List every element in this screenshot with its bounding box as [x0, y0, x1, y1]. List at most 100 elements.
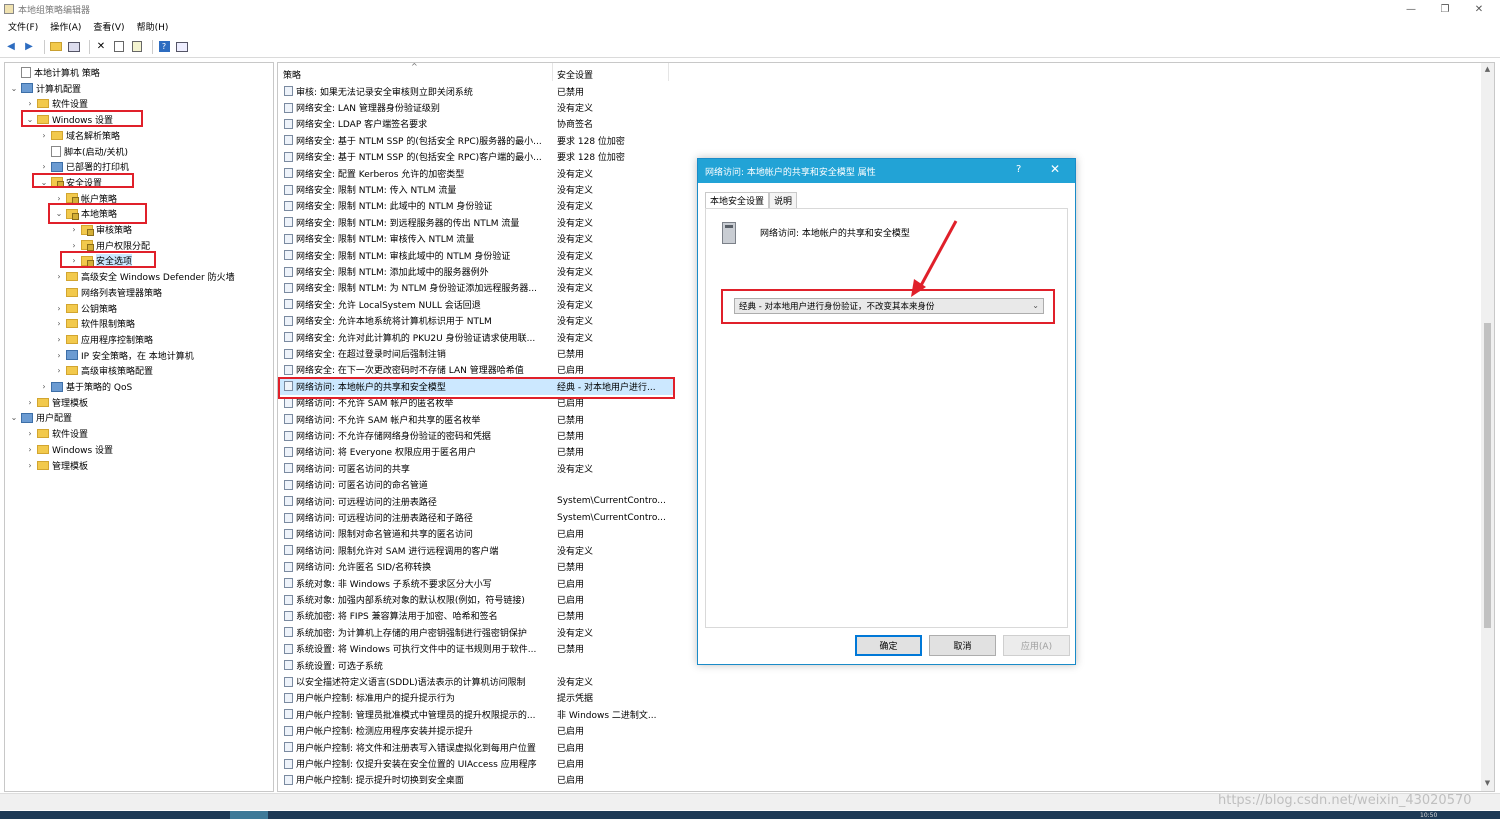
column-policy[interactable]: 策略	[283, 68, 301, 81]
console-view-icon[interactable]	[175, 40, 189, 54]
tree-item[interactable]: › 管理模板	[25, 395, 88, 410]
policy-row[interactable]: 网络安全: 限制 NTLM: 添加此域中的服务器例外 没有定义	[278, 263, 673, 279]
chevron-right-icon[interactable]: ›	[54, 272, 64, 281]
policy-row[interactable]: 网络安全: 允许 LocalSystem NULL 会话回退 没有定义	[278, 296, 673, 312]
show-hide-tree-icon[interactable]	[67, 40, 81, 54]
policy-row[interactable]: 网络安全: 限制 NTLM: 传入 NTLM 流量 没有定义	[278, 181, 673, 197]
tree-item[interactable]: › 高级安全 Windows Defender 防火墙	[54, 269, 235, 284]
policy-row[interactable]: 网络安全: 限制 NTLM: 审核此域中的 NTLM 身份验证 没有定义	[278, 247, 673, 263]
cancel-button[interactable]: 取消	[929, 635, 996, 656]
tree-item[interactable]: 脚本(启动/关机)	[39, 144, 128, 159]
chevron-right-icon[interactable]: ›	[54, 304, 64, 313]
chevron-right-icon[interactable]: ›	[39, 382, 49, 391]
policy-row[interactable]: 网络访问: 不允许 SAM 帐户和共享的匿名枚举 已禁用	[278, 411, 673, 427]
tree-item[interactable]: › 公钥策略	[54, 301, 117, 316]
policy-row[interactable]: 网络安全: 配置 Kerberos 允许的加密类型 没有定义	[278, 165, 673, 181]
column-setting[interactable]: 安全设置	[557, 68, 593, 81]
tree-item[interactable]: 本地计算机 策略	[9, 65, 100, 80]
policy-row[interactable]: 网络安全: 允许对此计算机的 PKU2U 身份验证请求使用联... 没有定义	[278, 329, 673, 345]
policy-row[interactable]: 用户帐户控制: 提示提升时切换到安全桌面 已启用	[278, 772, 673, 788]
chevron-down-icon[interactable]: ⌄	[9, 84, 19, 93]
policy-row[interactable]: 网络访问: 限制允许对 SAM 进行远程调用的客户端 没有定义	[278, 542, 673, 558]
chevron-right-icon[interactable]: ›	[69, 241, 79, 250]
policy-row[interactable]: 网络安全: 在超过登录时间后强制注销 已禁用	[278, 345, 673, 361]
policy-row[interactable]: 网络访问: 允许匿名 SID/名称转换 已禁用	[278, 559, 673, 575]
policy-row[interactable]: 网络安全: 限制 NTLM: 审核传入 NTLM 流量 没有定义	[278, 231, 673, 247]
menu-view[interactable]: 查看(V)	[93, 20, 124, 33]
policy-row[interactable]: 网络安全: 限制 NTLM: 此域中的 NTLM 身份验证 没有定义	[278, 198, 673, 214]
tree-item[interactable]: › Windows 设置	[25, 442, 113, 457]
chevron-right-icon[interactable]: ›	[25, 445, 35, 454]
policy-row[interactable]: 网络访问: 可远程访问的注册表路径 System\CurrentContro...	[278, 493, 673, 509]
chevron-right-icon[interactable]: ›	[25, 461, 35, 470]
policy-row[interactable]: 用户帐户控制: 检测应用程序安装并提示提升 已启用	[278, 723, 673, 739]
policy-row[interactable]: 以安全描述符定义语言(SDDL)语法表示的计算机访问限制 没有定义	[278, 673, 673, 689]
policy-row[interactable]: 系统设置: 可选子系统	[278, 657, 673, 673]
policy-row[interactable]: 系统对象: 非 Windows 子系统不要求区分大小写 已启用	[278, 575, 673, 591]
help-icon[interactable]: ?	[157, 40, 171, 54]
chevron-right-icon[interactable]: ›	[39, 131, 49, 140]
ok-button[interactable]: 确定	[855, 635, 922, 656]
export-list-icon[interactable]	[130, 40, 144, 54]
policy-row[interactable]: 网络访问: 将 Everyone 权限应用于匿名用户 已禁用	[278, 444, 673, 460]
policy-row[interactable]: 网络访问: 可远程访问的注册表路径和子路径 System\CurrentContr…	[278, 509, 673, 525]
tree-item[interactable]: › 域名解析策略	[39, 128, 120, 143]
menu-help[interactable]: 帮助(H)	[137, 20, 169, 33]
policy-row[interactable]: 系统加密: 为计算机上存储的用户密钥强制进行强密钥保护 没有定义	[278, 624, 673, 640]
tree-item[interactable]: › 基于策略的 QoS	[39, 379, 132, 394]
chevron-right-icon[interactable]: ›	[54, 194, 64, 203]
tree-item[interactable]: › 软件设置	[25, 426, 88, 441]
properties-icon[interactable]	[112, 40, 126, 54]
tab-explain[interactable]: 说明	[769, 192, 798, 208]
tree-item[interactable]: › 软件限制策略	[54, 316, 135, 331]
chevron-right-icon[interactable]: ›	[25, 99, 35, 108]
tree-item[interactable]: 网络列表管理器策略	[54, 285, 162, 300]
delete-icon[interactable]: ✕	[94, 40, 108, 54]
policy-row[interactable]: 系统对象: 加强内部系统对象的默认权限(例如，符号链接) 已启用	[278, 591, 673, 607]
menu-file[interactable]: 文件(F)	[8, 20, 38, 33]
help-button[interactable]: ?	[1016, 164, 1021, 175]
close-button[interactable]: ✕	[1462, 0, 1496, 18]
tree-item[interactable]: › 审核策略	[69, 222, 132, 237]
scrollbar-thumb[interactable]	[1484, 323, 1491, 628]
policy-row[interactable]: 网络安全: 限制 NTLM: 为 NTLM 身份验证添加远程服务器... 没有定义	[278, 280, 673, 296]
chevron-down-icon[interactable]: ⌄	[9, 413, 19, 422]
policy-row[interactable]: 系统加密: 将 FIPS 兼容算法用于加密、哈希和签名 已禁用	[278, 608, 673, 624]
chevron-right-icon[interactable]: ›	[54, 351, 64, 360]
scroll-down-icon[interactable]: ▼	[1481, 779, 1494, 791]
menu-action[interactable]: 操作(A)	[50, 20, 81, 33]
chevron-right-icon[interactable]: ›	[25, 429, 35, 438]
back-arrow-icon[interactable]: ◀	[4, 40, 18, 54]
chevron-right-icon[interactable]: ›	[54, 319, 64, 328]
policy-row[interactable]: 审核: 如果无法记录安全审核则立即关闭系统 已禁用	[278, 83, 673, 99]
tree-item[interactable]: › 已部署的打印机	[39, 159, 129, 174]
policy-row[interactable]: 用户帐户控制: 仅提升安装在安全位置的 UIAccess 应用程序 已启用	[278, 755, 673, 771]
policy-row[interactable]: 网络安全: 基于 NTLM SSP 的(包括安全 RPC)客户端的最小... 要求…	[278, 149, 673, 165]
taskbar-active-app[interactable]	[230, 811, 268, 819]
chevron-right-icon[interactable]: ›	[54, 335, 64, 344]
minimize-button[interactable]: —	[1394, 0, 1428, 18]
policy-row[interactable]: 网络安全: 允许本地系统将计算机标识用于 NTLM 没有定义	[278, 313, 673, 329]
tab-local-security-setting[interactable]: 本地安全设置	[705, 192, 770, 208]
tree-item[interactable]: › 管理模板	[25, 458, 88, 473]
policy-row[interactable]: 用户帐户控制: 管理员批准模式中管理员的提升权限提示的... 非 Windows …	[278, 706, 673, 722]
tree-item[interactable]: › IP 安全策略，在 本地计算机	[54, 348, 194, 363]
tree-item[interactable]: ⌄ 计算机配置	[9, 81, 81, 96]
apply-button[interactable]: 应用(A)	[1003, 635, 1070, 656]
tree-item[interactable]: › 高级审核策略配置	[54, 363, 153, 378]
policy-row[interactable]: 网络访问: 可匿名访问的共享 没有定义	[278, 460, 673, 476]
column-divider[interactable]	[668, 63, 669, 81]
forward-arrow-icon[interactable]: ▶	[22, 40, 36, 54]
policy-row[interactable]: 网络安全: LDAP 客户端签名要求 协商签名	[278, 116, 673, 132]
policy-row[interactable]: 系统设置: 将 Windows 可执行文件中的证书规则用于软件... 已禁用	[278, 641, 673, 657]
policy-row[interactable]: 网络访问: 不允许存储网络身份验证的密码和凭据 已禁用	[278, 427, 673, 443]
policy-row[interactable]: 用户帐户控制: 标准用户的提升提示行为 提示凭据	[278, 690, 673, 706]
maximize-button[interactable]: ❐	[1428, 0, 1462, 18]
policy-row[interactable]: 网络安全: 限制 NTLM: 到远程服务器的传出 NTLM 流量 没有定义	[278, 214, 673, 230]
policy-row[interactable]: 网络访问: 限制对命名管道和共享的匿名访问 已启用	[278, 526, 673, 542]
policy-row[interactable]: 网络安全: 在下一次更改密码时不存储 LAN 管理器哈希值 已启用	[278, 362, 673, 378]
chevron-right-icon[interactable]: ›	[39, 162, 49, 171]
policy-row[interactable]: 网络安全: LAN 管理器身份验证级别 没有定义	[278, 99, 673, 115]
tree-item[interactable]: › 应用程序控制策略	[54, 332, 153, 347]
column-divider[interactable]	[552, 63, 553, 81]
